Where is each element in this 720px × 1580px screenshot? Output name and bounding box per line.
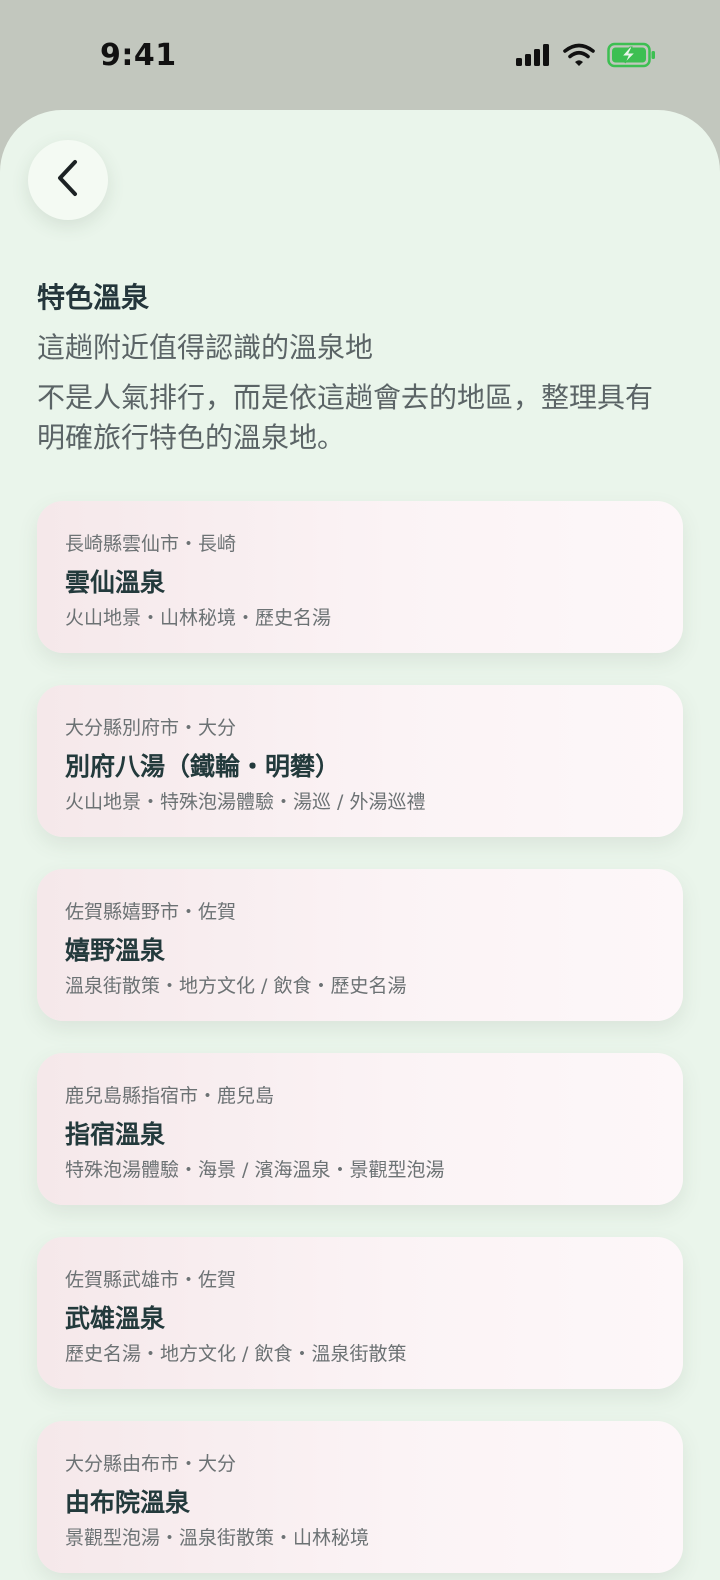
onsen-card[interactable]: 佐賀縣嬉野市・佐賀 嬉野溫泉 溫泉街散策・地方文化 / 飲食・歷史名湯 [37,869,683,1021]
onsen-name: 指宿溫泉 [65,1120,166,1149]
onsen-tags: 火山地景・山林秘境・歷史名湯 [65,607,332,629]
onsen-card[interactable]: 佐賀縣武雄市・佐賀 武雄溫泉 歷史名湯・地方文化 / 飲食・溫泉街散策 [37,1237,683,1389]
onsen-location: 佐賀縣武雄市・佐賀 [65,1269,237,1291]
onsen-card[interactable]: 長崎縣雲仙市・長崎 雲仙溫泉 火山地景・山林秘境・歷史名湯 [37,501,683,653]
onsen-name: 武雄溫泉 [65,1304,166,1333]
onsen-tags: 特殊泡湯體驗・海景 / 濱海溫泉・景觀型泡湯 [65,1159,445,1181]
wifi-icon [563,43,595,71]
back-button[interactable] [28,140,108,220]
onsen-name: 別府八湯（鐵輪・明礬） [65,752,341,781]
page-title: 特色溫泉 [37,281,150,314]
page-header: 特色溫泉 這趟附近值得認識的溫泉地 不是人氣排行，而是依這趟會去的地區，整理具有… [37,278,677,458]
status-bar: 9:41 [0,0,720,110]
onsen-tags: 歷史名湯・地方文化 / 飲食・溫泉街散策 [65,1343,407,1365]
onsen-tags: 火山地景・特殊泡湯體驗・湯巡 / 外湯巡禮 [65,791,426,813]
onsen-location: 大分縣由布市・大分 [65,1453,237,1475]
onsen-card[interactable]: 大分縣別府市・大分 別府八湯（鐵輪・明礬） 火山地景・特殊泡湯體驗・湯巡 / 外… [37,685,683,837]
onsen-location: 鹿兒島縣指宿市・鹿兒島 [65,1085,275,1107]
onsen-tags: 景觀型泡湯・溫泉街散策・山林秘境 [65,1527,370,1549]
chevron-left-icon [53,159,83,201]
onsen-name: 嬉野溫泉 [65,936,166,965]
onsen-name: 由布院溫泉 [65,1488,191,1517]
onsen-name: 雲仙溫泉 [65,568,166,597]
page-subtitle: 這趟附近值得認識的溫泉地 [37,331,374,364]
main-sheet: 特色溫泉 這趟附近值得認識的溫泉地 不是人氣排行，而是依這趟會去的地區，整理具有… [0,110,720,1580]
onsen-card[interactable]: 鹿兒島縣指宿市・鹿兒島 指宿溫泉 特殊泡湯體驗・海景 / 濱海溫泉・景觀型泡湯 [37,1053,683,1205]
status-icons [515,42,657,72]
onsen-location: 長崎縣雲仙市・長崎 [65,533,237,555]
onsen-list: 長崎縣雲仙市・長崎 雲仙溫泉 火山地景・山林秘境・歷史名湯 大分縣別府市・大分 … [37,501,683,1580]
onsen-tags: 溫泉街散策・地方文化 / 飲食・歷史名湯 [65,975,407,997]
cellular-signal-icon [515,43,551,71]
onsen-card[interactable]: 大分縣由布市・大分 由布院溫泉 景觀型泡湯・溫泉街散策・山林秘境 [37,1421,683,1573]
status-time: 9:41 [100,38,177,73]
battery-charging-icon [607,42,657,72]
onsen-location: 大分縣別府市・大分 [65,717,237,739]
page-description: 不是人氣排行，而是依這趟會去的地區，整理具有明確旅行特色的溫泉地。 [37,381,654,454]
onsen-location: 佐賀縣嬉野市・佐賀 [65,901,237,923]
